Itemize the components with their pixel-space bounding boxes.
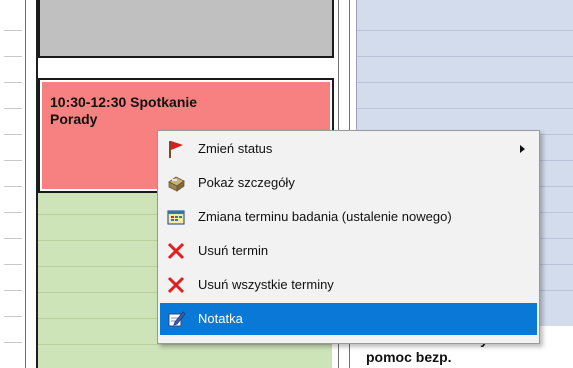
gutter-line xyxy=(4,56,22,57)
slot-line xyxy=(357,30,573,31)
menu-item-label: Notatka xyxy=(198,311,243,326)
gutter-line xyxy=(4,264,22,265)
menu-item-note[interactable]: Notatka xyxy=(160,303,537,335)
menu-item-change-status[interactable]: Zmień status xyxy=(160,133,537,165)
red-flag-icon xyxy=(169,141,183,158)
note-pencil-icon xyxy=(168,311,186,327)
gutter-line xyxy=(4,82,22,83)
gutter-line xyxy=(4,160,22,161)
gutter-line xyxy=(4,134,22,135)
appointment-title: 10:30-12:30 Spotkanie Porady xyxy=(50,94,198,127)
free-term-description: pomoc bezp. xyxy=(366,349,452,365)
menu-item-delete-term[interactable]: Usuń termin xyxy=(160,235,537,267)
menu-item-label: Zmień status xyxy=(198,141,273,156)
reschedule-calendar-icon xyxy=(167,210,185,225)
red-x-icon xyxy=(167,242,185,260)
blocked-slot[interactable] xyxy=(38,0,334,58)
menu-item-delete-all-terms[interactable]: Usuń wszystkie terminy xyxy=(160,269,537,301)
menu-item-label: Usuń termin xyxy=(198,243,269,258)
gutter-line xyxy=(4,342,22,343)
context-menu: Zmień status Pokaż szczegóły Zmiana term… xyxy=(157,130,540,344)
time-gutter xyxy=(0,0,26,368)
menu-item-reschedule[interactable]: Zmiana terminu badania (ustalenie nowego… xyxy=(160,201,537,233)
gutter-line xyxy=(4,212,22,213)
slot-line xyxy=(357,56,573,57)
details-box-icon xyxy=(168,176,185,192)
menu-item-label: Pokaż szczegóły xyxy=(198,175,295,190)
slot-line xyxy=(357,82,573,83)
gutter-line xyxy=(4,238,22,239)
menu-item-label: Usuń wszystkie terminy xyxy=(198,277,334,292)
submenu-arrow-icon xyxy=(520,145,525,153)
gutter-line xyxy=(4,290,22,291)
slot-line xyxy=(357,108,573,109)
gutter-line xyxy=(4,316,22,317)
menu-item-show-details[interactable]: Pokaż szczegóły xyxy=(160,167,537,199)
gutter-line xyxy=(4,108,22,109)
gutter-line xyxy=(4,186,22,187)
slot-line xyxy=(38,344,332,345)
gutter-line xyxy=(4,30,22,31)
menu-item-label: Zmiana terminu badania (ustalenie nowego… xyxy=(198,209,452,224)
red-x-icon xyxy=(167,276,185,294)
